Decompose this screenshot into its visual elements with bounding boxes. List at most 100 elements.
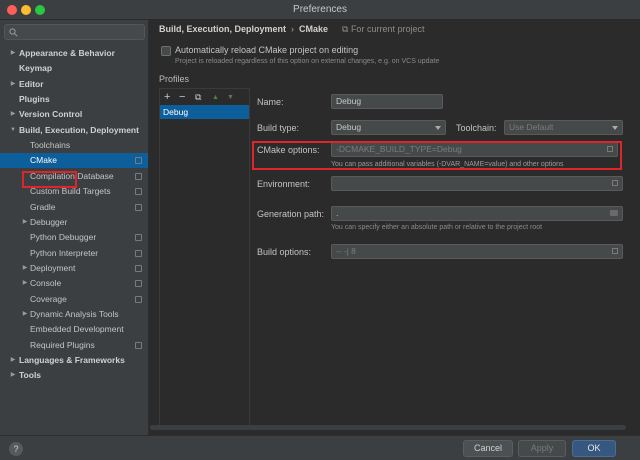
help-button[interactable]: ?	[9, 442, 23, 456]
project-level-icon	[135, 188, 142, 195]
window-titlebar: Preferences	[0, 0, 640, 20]
sidebar-item-cmake[interactable]: CMake	[0, 153, 148, 168]
sidebar-item-python-interpreter[interactable]: Python Interpreter	[0, 246, 148, 261]
sidebar-item-label: Languages & Frameworks	[19, 355, 125, 365]
project-scope-label: For current project	[350, 24, 425, 34]
copy-profile-button[interactable]: ⧉	[195, 92, 201, 103]
chevron-right-icon[interactable]: ▶	[21, 307, 29, 322]
project-level-icon	[135, 342, 142, 349]
sidebar-item-label: Dynamic Analysis Tools	[30, 309, 119, 319]
project-level-icon	[135, 280, 142, 287]
expand-icon[interactable]	[612, 248, 618, 254]
project-level-icon	[135, 157, 142, 164]
project-level-icon	[135, 204, 142, 211]
chevron-down-icon	[435, 126, 441, 130]
remove-profile-button[interactable]: −	[179, 91, 185, 103]
chevron-right-icon[interactable]: ▶	[21, 215, 29, 230]
sidebar-item-editor[interactable]: ▶ Editor	[0, 77, 148, 92]
generation-path-value: .	[336, 208, 339, 218]
window-title: Preferences	[293, 4, 347, 15]
breadcrumb: Build, Execution, Deployment › CMake	[159, 24, 328, 34]
sidebar-item-deployment[interactable]: ▶ Deployment	[0, 261, 148, 276]
name-label: Name:	[257, 97, 284, 107]
cancel-button[interactable]: Cancel	[463, 440, 513, 457]
breadcrumb-separator: ›	[291, 24, 295, 34]
profiles-list-panel: + − ⧉ ▲ ▼ Debug	[159, 88, 250, 428]
sidebar-item-coverage[interactable]: Coverage	[0, 292, 148, 307]
chevron-right-icon[interactable]: ▶	[21, 276, 29, 291]
chevron-right-icon[interactable]: ▶	[21, 261, 29, 276]
settings-sidebar: ▶ Appearance & Behavior Keymap ▶ Editor Plugi…	[0, 20, 149, 435]
sidebar-item-label: Required Plugins	[30, 340, 95, 350]
project-level-icon	[135, 234, 142, 241]
toolchain-select[interactable]: Use Default	[504, 120, 623, 135]
settings-content: Build, Execution, Deployment › CMake ⧉ For…	[150, 20, 640, 435]
chevron-right-icon[interactable]: ▶	[9, 368, 17, 383]
profiles-heading: Profiles	[159, 74, 190, 84]
project-level-icon	[135, 250, 142, 257]
chevron-right-icon[interactable]: ▶	[9, 77, 17, 92]
environment-field[interactable]	[331, 176, 623, 191]
cmake-highlight-box	[22, 171, 77, 188]
generation-path-hint: You can specify either an absolute path …	[331, 224, 543, 231]
sidebar-item-python-debugger[interactable]: Python Debugger	[0, 230, 148, 245]
project-scope-note: ⧉ For current project	[342, 24, 424, 35]
sidebar-item-keymap[interactable]: Keymap	[0, 61, 148, 76]
edit-environment-icon[interactable]	[612, 180, 618, 186]
sidebar-item-label: Version Control	[19, 109, 83, 119]
sidebar-item-console[interactable]: ▶ Console	[0, 276, 148, 291]
sidebar-item-gradle[interactable]: Gradle	[0, 200, 148, 215]
sidebar-item-tools[interactable]: ▶ Tools	[0, 368, 148, 383]
chevron-down-icon[interactable]: ▼	[9, 123, 17, 138]
sidebar-item-debugger[interactable]: ▶ Debugger	[0, 215, 148, 230]
project-icon: ⧉	[342, 24, 351, 34]
sidebar-item-label: Appearance & Behavior	[19, 48, 115, 58]
chevron-right-icon[interactable]: ▶	[9, 353, 17, 368]
sidebar-item-label: Deployment	[30, 263, 76, 273]
chevron-right-icon[interactable]: ▶	[9, 46, 17, 61]
add-profile-button[interactable]: +	[164, 91, 170, 103]
settings-search-input[interactable]	[4, 24, 145, 40]
horizontal-scrollbar[interactable]	[150, 425, 626, 430]
name-field[interactable]: Debug	[331, 94, 443, 109]
sidebar-item-appearance-behavior[interactable]: ▶ Appearance & Behavior	[0, 46, 148, 61]
project-level-icon	[135, 296, 142, 303]
apply-button[interactable]: Apply	[518, 440, 566, 457]
generation-path-label: Generation path:	[257, 209, 325, 219]
sidebar-item-label: Editor	[19, 79, 44, 89]
sidebar-item-label: Toolchains	[30, 140, 71, 150]
sidebar-item-languages-frameworks[interactable]: ▶ Languages & Frameworks	[0, 353, 148, 368]
sidebar-item-toolchains[interactable]: Toolchains	[0, 138, 148, 153]
sidebar-item-version-control[interactable]: ▶ Version Control	[0, 107, 148, 122]
sidebar-item-required-plugins[interactable]: Required Plugins	[0, 338, 148, 353]
sidebar-item-dynamic-analysis-tools[interactable]: ▶ Dynamic Analysis Tools	[0, 307, 148, 322]
sidebar-item-label: Debugger	[30, 217, 68, 227]
sidebar-item-label: Tools	[19, 370, 42, 380]
toolchain-label: Toolchain:	[456, 123, 497, 133]
move-up-button[interactable]: ▲	[212, 94, 219, 101]
ok-button[interactable]: OK	[572, 440, 616, 457]
folder-icon[interactable]	[610, 210, 618, 216]
move-down-button[interactable]: ▼	[227, 94, 234, 101]
dialog-footer: ? Cancel Apply OK	[0, 435, 640, 460]
search-icon	[9, 28, 18, 37]
sidebar-item-plugins[interactable]: Plugins	[0, 92, 148, 107]
chevron-right-icon[interactable]: ▶	[9, 107, 17, 122]
auto-reload-hint: Project is reloaded regardless of this o…	[175, 58, 440, 65]
auto-reload-label[interactable]: Automatically reload CMake project on ed…	[175, 45, 358, 55]
build-options-value: -- -j 8	[336, 246, 356, 256]
chevron-down-icon	[612, 126, 618, 130]
auto-reload-checkbox[interactable]	[161, 46, 171, 56]
sidebar-item-label: Python Interpreter	[30, 248, 99, 258]
build-options-field[interactable]: -- -j 8	[331, 244, 623, 259]
generation-path-field[interactable]: .	[331, 206, 623, 221]
sidebar-item-label: Gradle	[30, 202, 56, 212]
build-type-select[interactable]: Debug	[331, 120, 446, 135]
breadcrumb-page: CMake	[299, 24, 329, 34]
sidebar-item-label: CMake	[30, 155, 57, 165]
sidebar-item-embedded-development[interactable]: Embedded Development	[0, 322, 148, 337]
breadcrumb-section[interactable]: Build, Execution, Deployment	[159, 24, 286, 34]
sidebar-item-build-execution-deployment[interactable]: ▼ Build, Execution, Deployment	[0, 123, 148, 138]
profile-item-debug[interactable]: Debug	[160, 105, 249, 119]
build-type-label: Build type:	[257, 123, 300, 133]
